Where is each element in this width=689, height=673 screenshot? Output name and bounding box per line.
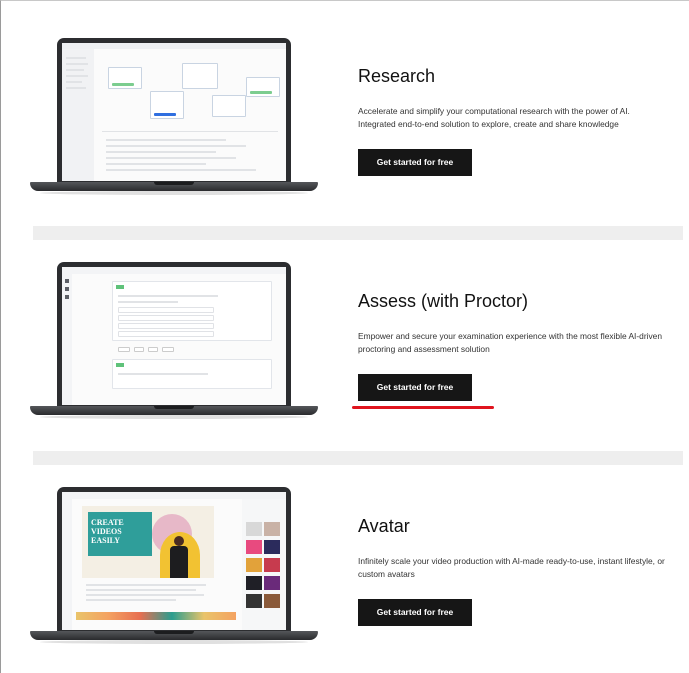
research-text-block: Research Accelerate and simplify your co… — [358, 66, 678, 176]
highlight-underline — [352, 406, 494, 409]
video-headline-line2: VIDEOS — [91, 527, 122, 536]
section-divider — [33, 226, 683, 240]
avatar-laptop-image: CREATE VIDEOS EASILY — [30, 487, 318, 647]
video-canvas: CREATE VIDEOS EASILY — [82, 506, 214, 578]
assess-title: Assess (with Proctor) — [358, 291, 529, 311]
laptop-screen-bezel — [57, 262, 291, 408]
section-divider — [33, 451, 683, 465]
avatar-app-screenshot: CREATE VIDEOS EASILY — [62, 492, 286, 630]
avatar-text-block: Avatar Infinitely scale your video produ… — [358, 516, 678, 626]
video-headline-line3: EASILY — [91, 536, 121, 545]
video-headline-line1: CREATE — [91, 518, 124, 527]
research-app-screenshot — [62, 43, 286, 181]
assess-get-started-button[interactable]: Get started for free — [358, 374, 472, 401]
research-get-started-button[interactable]: Get started for free — [358, 149, 472, 176]
research-title: Research — [358, 66, 436, 86]
assess-laptop-image — [30, 262, 318, 422]
research-description: Accelerate and simplify your computation… — [358, 106, 630, 129]
research-laptop-image — [30, 38, 318, 198]
avatar-description: Infinitely scale your video production w… — [358, 556, 665, 579]
avatar-body — [170, 546, 188, 578]
avatar-title: Avatar — [358, 516, 410, 536]
assess-text-block: Assess (with Proctor) Empower and secure… — [358, 291, 678, 401]
avatar-get-started-button[interactable]: Get started for free — [358, 599, 472, 626]
laptop-screen-bezel: CREATE VIDEOS EASILY — [57, 487, 291, 633]
laptop-screen-bezel — [57, 38, 291, 184]
assess-app-screenshot — [62, 267, 286, 405]
avatar-head — [174, 536, 184, 546]
assess-description: Empower and secure your examination expe… — [358, 331, 662, 354]
